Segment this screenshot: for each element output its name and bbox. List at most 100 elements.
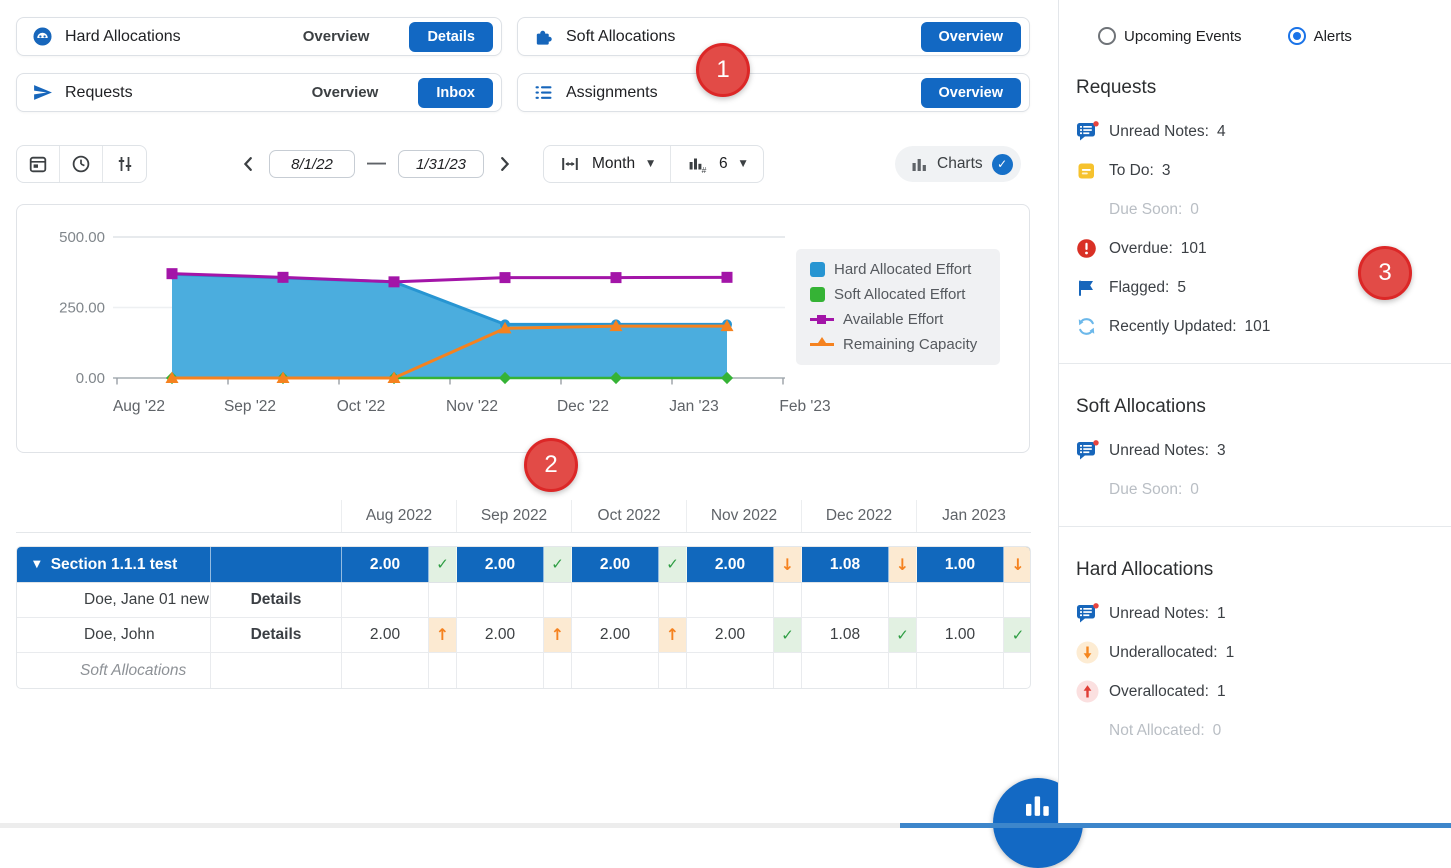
details-cell — [211, 547, 342, 582]
month-value-cell — [917, 653, 1004, 688]
chevron-down-icon: ▼ — [740, 159, 747, 169]
overallocated-icon — [1076, 680, 1099, 703]
status-cell: ↓ — [1004, 547, 1031, 582]
status-cell: ✓ — [544, 547, 572, 582]
alert-item-unread-notes[interactable]: Unread Notes:4 — [1076, 112, 1435, 151]
annotation-badge-1: 1 — [696, 43, 750, 97]
svg-text:Aug '22: Aug '22 — [113, 398, 165, 415]
requests-overview-link[interactable]: Overview — [312, 84, 379, 101]
radio-upcoming-events[interactable]: Upcoming Events — [1098, 27, 1242, 45]
details-link[interactable]: Details — [211, 583, 342, 617]
alert-label: Recently Updated: — [1109, 318, 1237, 336]
month-value-cell[interactable]: 2.00 — [687, 618, 774, 652]
start-date-input[interactable] — [269, 150, 355, 178]
column-header-month: Aug 2022 — [341, 500, 456, 532]
tune-icon — [115, 154, 135, 174]
assignments-overview-button[interactable]: Overview — [921, 78, 1022, 108]
radio-label: Alerts — [1314, 28, 1352, 45]
date-range-separator: — — [367, 153, 386, 175]
status-cell: ↑ — [429, 618, 457, 652]
period-count-dropdown[interactable]: # 6 ▼ — [670, 146, 763, 182]
alert-item-due-soon[interactable]: Due Soon:0 — [1076, 190, 1435, 229]
column-width-icon — [560, 154, 580, 174]
month-value-cell[interactable]: 2.00 — [572, 618, 659, 652]
check-icon: ✓ — [1012, 628, 1025, 643]
legend-label: Hard Allocated Effort — [834, 261, 971, 278]
charts-toggle[interactable]: Charts ✓ — [895, 146, 1021, 182]
sidebar-section-requests: RequestsUnread Notes:4To Do:3Due Soon:0O… — [1059, 77, 1451, 364]
end-date-input[interactable] — [398, 150, 484, 178]
alert-item-to-do[interactable]: To Do:3 — [1076, 151, 1435, 190]
card-title: Soft Allocations — [566, 28, 675, 46]
alert-count: 0 — [1190, 201, 1199, 219]
details-link[interactable]: Details — [211, 618, 342, 652]
legend-label: Remaining Capacity — [843, 336, 977, 353]
month-value-cell[interactable]: 2.00 — [342, 618, 429, 652]
check-icon: ✓ — [666, 557, 679, 572]
next-period-button[interactable] — [493, 153, 515, 175]
status-cell — [659, 653, 687, 688]
status-cell — [1004, 583, 1031, 617]
status-cell: ✓ — [889, 618, 917, 652]
legend-label: Soft Allocated Effort — [834, 286, 965, 303]
month-value-cell — [342, 583, 429, 617]
alert-item-not-allocated[interactable]: Not Allocated:0 — [1076, 711, 1435, 750]
column-header-month: Oct 2022 — [571, 500, 686, 532]
status-cell — [889, 583, 917, 617]
month-value-cell[interactable]: 1.00 — [917, 618, 1004, 652]
chevron-right-icon — [495, 155, 513, 173]
arrow-down-icon: ↓ — [1011, 557, 1024, 573]
table-body: ▼Section 1.1.1 test2.00✓2.00✓2.00✓2.00↓1… — [16, 546, 1031, 689]
interval-dropdown[interactable]: Month ▼ — [544, 146, 670, 182]
month-value-cell[interactable]: 2.00 — [457, 618, 544, 652]
table-row-section: ▼Section 1.1.1 test2.00✓2.00✓2.00✓2.00↓1… — [17, 547, 1030, 583]
toolbar-icon-group — [16, 145, 147, 183]
svg-text:Nov '22: Nov '22 — [446, 398, 498, 415]
filter-settings-button[interactable] — [103, 146, 146, 182]
charts-toggle-label: Charts — [937, 155, 983, 173]
check-icon: ✓ — [436, 557, 449, 572]
calendar-icon — [28, 154, 48, 174]
hard-allocations-details-button[interactable]: Details — [409, 22, 493, 52]
alert-item-unread-notes[interactable]: Unread Notes:1 — [1076, 594, 1435, 633]
legend-item-available-effort: Available Effort — [810, 311, 986, 328]
chevron-left-icon — [240, 155, 258, 173]
group-name[interactable]: Soft Allocations — [17, 653, 211, 688]
section-title: Soft Allocations — [1076, 396, 1435, 418]
alert-item-underallocated[interactable]: Underallocated:1 — [1076, 633, 1435, 672]
alert-item-recently-updated[interactable]: Recently Updated:101 — [1076, 307, 1435, 346]
radio-alerts[interactable]: Alerts — [1288, 27, 1352, 45]
time-button[interactable] — [60, 146, 103, 182]
status-cell: ✓ — [774, 618, 802, 652]
legend-swatch — [810, 287, 825, 302]
calendar-button[interactable] — [17, 146, 60, 182]
caret-down-icon: ▼ — [33, 559, 41, 570]
status-cell: ✓ — [429, 547, 457, 582]
requests-inbox-button[interactable]: Inbox — [418, 78, 493, 108]
month-value-cell: 2.00 — [342, 547, 429, 582]
month-value-cell — [572, 653, 659, 688]
month-value-cell — [802, 653, 889, 688]
check-icon: ✓ — [781, 628, 794, 643]
table-row-doe-john: Doe, JohnDetails2.00↑2.00↑2.00↑2.00✓1.08… — [17, 618, 1030, 653]
alert-count: 0 — [1190, 481, 1199, 499]
status-cell — [659, 583, 687, 617]
bar-count-icon: # — [687, 154, 707, 174]
month-value-cell — [457, 583, 544, 617]
previous-period-button[interactable] — [238, 153, 260, 175]
hard-allocations-overview-link[interactable]: Overview — [303, 28, 370, 45]
alert-label: Unread Notes: — [1109, 123, 1209, 141]
soft-allocations-overview-button[interactable]: Overview — [921, 22, 1022, 52]
status-cell: ↓ — [889, 547, 917, 582]
section-toggle[interactable]: ▼Section 1.1.1 test — [17, 547, 211, 582]
month-value-cell — [917, 583, 1004, 617]
legend-line-marker — [810, 318, 834, 321]
horizontal-scrollbar-thumb[interactable] — [900, 823, 1451, 828]
alert-item-due-soon[interactable]: Due Soon:0 — [1076, 470, 1435, 509]
month-value-cell[interactable]: 1.08 — [802, 618, 889, 652]
month-value-cell: 1.00 — [917, 547, 1004, 582]
alert-item-unread-notes[interactable]: Unread Notes:3 — [1076, 431, 1435, 470]
underallocated-icon — [1076, 641, 1099, 664]
alert-item-overallocated[interactable]: Overallocated:1 — [1076, 672, 1435, 711]
period-count-value: 6 — [719, 155, 728, 173]
